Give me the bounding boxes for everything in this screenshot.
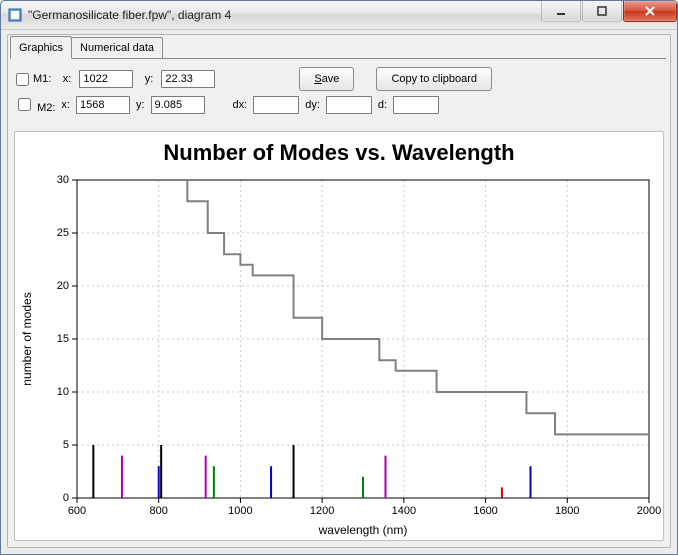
m1-checkbox-label[interactable]: M1: bbox=[14, 73, 51, 86]
svg-text:600: 600 bbox=[68, 505, 86, 517]
svg-text:15: 15 bbox=[57, 333, 69, 345]
copy-label: Copy to clipboard bbox=[391, 73, 477, 85]
svg-text:1000: 1000 bbox=[228, 505, 252, 517]
dx-input[interactable] bbox=[253, 96, 299, 114]
m1-label: M1: bbox=[33, 73, 51, 85]
tab-numerical-data[interactable]: Numerical data bbox=[71, 37, 163, 59]
m1-y-input[interactable] bbox=[161, 70, 215, 88]
svg-text:wavelength (nm): wavelength (nm) bbox=[318, 523, 408, 537]
tab-label: Graphics bbox=[19, 42, 63, 54]
m2-label: M2: bbox=[37, 102, 55, 114]
d-input[interactable] bbox=[393, 96, 439, 114]
close-button[interactable] bbox=[623, 1, 677, 22]
svg-text:number of modes: number of modes bbox=[20, 292, 34, 385]
m1-y-label: y: bbox=[139, 73, 155, 85]
svg-text:1800: 1800 bbox=[555, 505, 579, 517]
maximize-button[interactable] bbox=[582, 1, 622, 22]
m2-checkbox-label[interactable]: M2: bbox=[14, 95, 55, 114]
minimize-button[interactable] bbox=[541, 1, 581, 22]
dx-label: dx: bbox=[233, 99, 248, 111]
svg-text:Number of Modes vs. Wavelength: Number of Modes vs. Wavelength bbox=[163, 140, 514, 165]
m1-checkbox[interactable] bbox=[16, 73, 29, 86]
dy-input[interactable] bbox=[326, 96, 372, 114]
svg-text:0: 0 bbox=[63, 492, 69, 504]
svg-text:20: 20 bbox=[57, 280, 69, 292]
tab-graphics[interactable]: Graphics bbox=[10, 36, 72, 59]
copy-to-clipboard-button[interactable]: Copy to clipboard bbox=[376, 67, 492, 91]
svg-text:800: 800 bbox=[150, 505, 168, 517]
save-label: Save bbox=[314, 73, 339, 85]
save-button[interactable]: Save bbox=[299, 67, 354, 91]
tab-strip: Graphics Numerical data bbox=[10, 37, 668, 59]
titlebar[interactable]: "Germanosilicate fiber.fpw", diagram 4 bbox=[1, 1, 677, 30]
svg-text:2000: 2000 bbox=[637, 505, 661, 517]
chart-svg: Number of Modes vs. Wavelength 600 800 1000… bbox=[15, 132, 663, 540]
svg-text:25: 25 bbox=[57, 227, 69, 239]
window-title: "Germanosilicate fiber.fpw", diagram 4 bbox=[28, 8, 540, 22]
svg-text:5: 5 bbox=[63, 439, 69, 451]
marker-row-2: M2: x: y: dx: dy: d: bbox=[8, 95, 670, 120]
chart: Number of Modes vs. Wavelength 600 800 1000… bbox=[14, 131, 664, 541]
m2-y-input[interactable] bbox=[151, 96, 205, 114]
svg-text:1600: 1600 bbox=[473, 505, 497, 517]
m2-x-input[interactable] bbox=[76, 96, 130, 114]
m2-y-label: y: bbox=[136, 99, 145, 111]
app-window: "Germanosilicate fiber.fpw", diagram 4 G… bbox=[0, 0, 678, 555]
svg-text:1200: 1200 bbox=[310, 505, 334, 517]
m2-x-label: x: bbox=[61, 99, 70, 111]
m1-x-label: x: bbox=[57, 73, 73, 85]
dy-label: dy: bbox=[305, 99, 320, 111]
m1-x-input[interactable] bbox=[79, 70, 133, 88]
svg-text:10: 10 bbox=[57, 386, 69, 398]
svg-text:1400: 1400 bbox=[392, 505, 416, 517]
app-icon bbox=[7, 7, 23, 23]
marker-row-1: M1: x: y: Save Copy to clipboard bbox=[8, 59, 670, 95]
d-label: d: bbox=[378, 99, 387, 111]
tab-label: Numerical data bbox=[80, 42, 154, 54]
svg-text:30: 30 bbox=[57, 174, 69, 186]
client-area: Graphics Numerical data M1: x: y: Save C… bbox=[7, 34, 671, 548]
m2-checkbox[interactable] bbox=[18, 98, 31, 111]
window-buttons bbox=[540, 1, 677, 29]
